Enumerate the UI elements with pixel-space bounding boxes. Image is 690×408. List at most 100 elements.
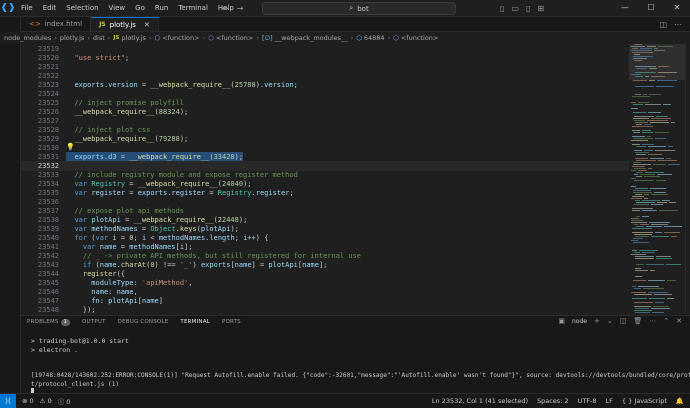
minimap-line bbox=[635, 312, 650, 313]
warnings-indicator[interactable]: ⚠ 0 bbox=[40, 397, 52, 405]
minimap-line bbox=[634, 310, 652, 311]
menu-edit[interactable]: Edit bbox=[38, 0, 62, 16]
lightbulb-icon[interactable]: 💡 bbox=[66, 143, 75, 151]
minimap-line bbox=[658, 160, 677, 161]
minimap-line bbox=[669, 202, 676, 203]
minimap-line bbox=[664, 226, 682, 227]
code-text: }); bbox=[66, 306, 96, 314]
minimap-line bbox=[648, 280, 665, 281]
minimap-line bbox=[633, 242, 649, 243]
minimap-line bbox=[645, 172, 664, 173]
toggle-sidebar-icon[interactable]: ▯ bbox=[500, 4, 504, 13]
minimap-line bbox=[648, 292, 668, 293]
breadcrumb-item[interactable]: plotly.js bbox=[60, 34, 84, 42]
minimap-line bbox=[632, 136, 645, 137]
breadcrumb-item[interactable]: <function> bbox=[401, 34, 438, 42]
menu-view[interactable]: View bbox=[104, 0, 131, 16]
editor-vertical-scrollbar[interactable] bbox=[685, 44, 690, 314]
panel-tab-debug-console[interactable]: DEBUG CONSOLE bbox=[112, 316, 175, 328]
minimap-line bbox=[644, 124, 651, 125]
problems-badge: 1 bbox=[60, 319, 71, 326]
errors-indicator[interactable]: ⊗ 0 bbox=[22, 397, 34, 405]
command-center-search[interactable]: ⌕ bot bbox=[262, 2, 456, 15]
minimap-line bbox=[647, 120, 668, 121]
breadcrumb-item[interactable]: node_modules bbox=[4, 34, 51, 42]
layout-controls: ▯ ▭ ▯ ⊞ bbox=[500, 0, 544, 16]
indentation[interactable]: Spaces: 2 bbox=[537, 397, 569, 405]
minimap-line bbox=[631, 186, 636, 187]
terminal-icon: ▣ bbox=[558, 317, 565, 325]
customize-layout-icon[interactable]: ⊞ bbox=[537, 4, 544, 13]
minimap-line bbox=[634, 150, 642, 151]
chevron-down-icon[interactable]: ⌄ bbox=[607, 317, 613, 325]
code-line[interactable]: 23548 }); bbox=[21, 305, 629, 314]
minimap-line bbox=[648, 154, 662, 155]
function-symbol-icon: ⬡ bbox=[393, 33, 399, 42]
minimap-line bbox=[631, 218, 639, 219]
more-actions-icon[interactable]: ⋯ bbox=[649, 317, 656, 325]
menu-selection[interactable]: Selection bbox=[61, 0, 103, 16]
close-icon[interactable]: ✕ bbox=[664, 0, 690, 16]
breadcrumb-item[interactable]: <function> bbox=[216, 34, 253, 42]
minimap-line bbox=[635, 122, 648, 123]
close-panel-icon[interactable]: ✕ bbox=[676, 317, 682, 325]
panel-tab-ports[interactable]: PORTS bbox=[216, 316, 247, 328]
end-of-line[interactable]: LF bbox=[606, 397, 613, 405]
split-editor-icon[interactable]: ◫ bbox=[659, 20, 667, 29]
breadcrumb-item[interactable]: __webpack_modules__ bbox=[275, 34, 348, 42]
panel-tab-problems[interactable]: PROBLEMS 1 bbox=[21, 316, 76, 328]
menu-run[interactable]: Run bbox=[150, 0, 173, 16]
minimap-line bbox=[647, 136, 651, 137]
minimap-line bbox=[631, 222, 647, 223]
tab-index-html[interactable]: <> index.html bbox=[21, 17, 92, 31]
new-terminal-icon[interactable]: + bbox=[594, 317, 600, 325]
language-mode[interactable]: { } JavaScript bbox=[622, 397, 667, 405]
minimap-line bbox=[634, 234, 652, 235]
breadcrumb-item[interactable]: plotly.js bbox=[121, 34, 145, 42]
maximize-icon[interactable]: ☐ bbox=[638, 0, 664, 16]
breadcrumb-item[interactable]: <function> bbox=[162, 34, 199, 42]
minimap-line bbox=[648, 168, 652, 169]
minimap-line bbox=[649, 94, 661, 95]
forward-arrow-icon[interactable]: → bbox=[237, 4, 244, 13]
minimap-line bbox=[632, 196, 644, 197]
minimap-line bbox=[650, 188, 666, 189]
info-indicator[interactable]: ⓘ 0 bbox=[58, 396, 71, 406]
minimap-line bbox=[634, 302, 653, 303]
menu-file[interactable]: File bbox=[16, 0, 38, 16]
back-arrow-icon[interactable]: ← bbox=[222, 4, 229, 13]
minimize-icon[interactable]: — bbox=[612, 0, 638, 16]
panel-tab-output[interactable]: OUTPUT bbox=[76, 316, 112, 328]
minimap-line bbox=[631, 292, 646, 293]
terminal[interactable]: > trading-bot@1.0.0 start > electron . [… bbox=[21, 328, 690, 393]
minimap-line bbox=[635, 152, 649, 153]
breadcrumb-item[interactable]: 64884 bbox=[364, 34, 385, 42]
encoding[interactable]: UTF-8 bbox=[578, 397, 597, 405]
panel-tab-terminal[interactable]: TERMINAL bbox=[174, 316, 216, 329]
minimap-line bbox=[651, 308, 670, 309]
kill-terminal-icon[interactable]: 🗑 bbox=[633, 317, 642, 325]
minimap-line bbox=[636, 172, 643, 173]
more-actions-icon[interactable]: ⋯ bbox=[674, 20, 682, 29]
maximize-panel-icon[interactable]: ⌃ bbox=[663, 317, 669, 325]
minimap[interactable] bbox=[629, 44, 685, 314]
tab-plotly-js[interactable]: JS plotly.js ✕ bbox=[91, 17, 159, 31]
terminal-shell-name[interactable]: node bbox=[572, 318, 587, 325]
close-tab-icon[interactable]: ✕ bbox=[144, 21, 150, 29]
remote-icon[interactable]: ⟩⟨ bbox=[0, 394, 16, 408]
minimap-line bbox=[649, 298, 665, 299]
minimap-line bbox=[632, 166, 645, 167]
toggle-secondary-sidebar-icon[interactable]: ▯ bbox=[526, 4, 530, 13]
notifications-icon[interactable]: 🔔 bbox=[676, 397, 684, 405]
split-terminal-icon[interactable]: ◫ bbox=[620, 317, 627, 325]
minimap-slider[interactable] bbox=[629, 44, 685, 80]
property-symbol-icon: ⬡ bbox=[356, 33, 362, 42]
breadcrumb-item[interactable]: dist bbox=[93, 34, 105, 42]
cursor-position[interactable]: Ln 23532, Col 1 (41 selected) bbox=[432, 397, 528, 405]
menu-go[interactable]: Go bbox=[130, 0, 150, 16]
menu-terminal[interactable]: Terminal bbox=[173, 0, 213, 16]
minimap-line bbox=[651, 204, 663, 205]
toggle-panel-icon[interactable]: ▭ bbox=[511, 4, 519, 13]
code-editor[interactable]: 23519 23520 "use strict"; 23521 23522 23523 … bbox=[21, 44, 629, 314]
minimap-line bbox=[640, 224, 649, 225]
